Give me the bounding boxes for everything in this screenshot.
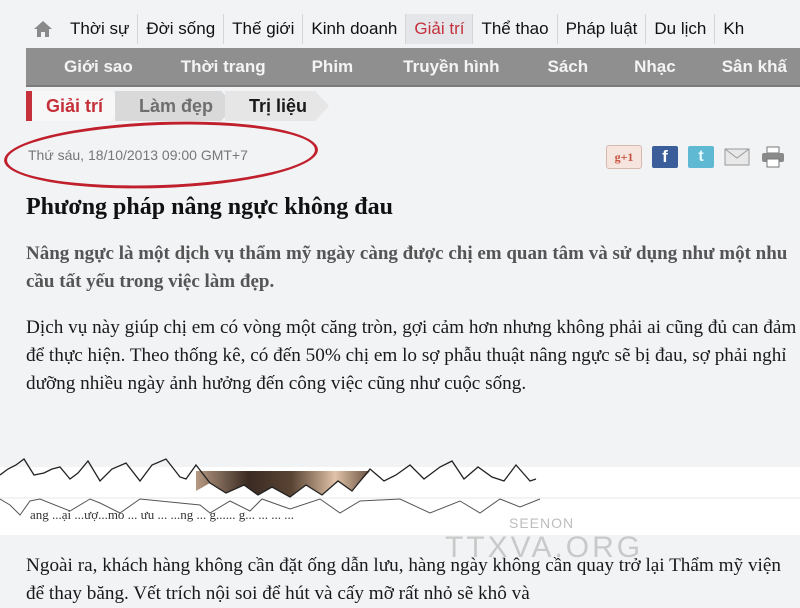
subnav-item-gioi-sao[interactable]: Giới sao bbox=[64, 57, 133, 77]
nav-item-du-lich[interactable]: Du lịch bbox=[646, 14, 716, 44]
nav-item-phap-luat[interactable]: Pháp luật bbox=[558, 14, 647, 44]
nav-item-giai-tri[interactable]: Giải trí bbox=[406, 14, 474, 44]
torn-image-strip: ang ...ại ...ượ...mo ... ưu ... ...ng ..… bbox=[0, 458, 800, 535]
subnav-item-sach[interactable]: Sách bbox=[548, 57, 589, 77]
subnav-item-san-khau[interactable]: Sân khấ bbox=[722, 57, 787, 77]
article-paragraph: Dịch vụ này giúp chị em có vòng một căng… bbox=[26, 317, 797, 394]
nav-item-kinh-doanh[interactable]: Kinh doanh bbox=[303, 14, 407, 44]
nav-item-thoi-su[interactable]: Thời sự bbox=[62, 14, 139, 44]
subnav-item-thoi-trang[interactable]: Thời trang bbox=[181, 57, 266, 77]
breadcrumb-tri-lieu[interactable]: Trị liệu bbox=[225, 91, 329, 121]
facebook-icon[interactable]: f bbox=[652, 146, 678, 168]
email-icon[interactable] bbox=[724, 146, 750, 168]
breadcrumb-accent-bar bbox=[26, 91, 32, 121]
share-toolbar: g+1 f t bbox=[606, 145, 786, 169]
nav-item-the-thao[interactable]: Thể thao bbox=[473, 14, 558, 44]
nav-item-khoa-hoc[interactable]: Kh bbox=[715, 14, 752, 44]
home-icon[interactable] bbox=[30, 17, 56, 41]
svg-text:ang ...ại ...ượ...mo ... ưu ..: ang ...ại ...ượ...mo ... ưu ... ...ng ..… bbox=[30, 507, 294, 522]
nav-item-doi-song[interactable]: Đời sống bbox=[138, 14, 225, 44]
subnav-item-nhac[interactable]: Nhạc bbox=[634, 57, 676, 77]
sub-nav: Giới sao Thời trang Phim Truyền hình Sác… bbox=[26, 48, 800, 87]
twitter-icon[interactable]: t bbox=[688, 146, 714, 168]
article-title: Phương pháp nâng ngực không đau bbox=[26, 194, 393, 220]
article-date: Thứ sáu, 18/10/2013 09:00 GMT+7 bbox=[28, 147, 248, 163]
breadcrumb-giai-tri[interactable]: Giải trí bbox=[32, 91, 125, 121]
google-plus-icon[interactable]: g+1 bbox=[606, 145, 642, 169]
top-nav: Thời sự Đời sống Thế giới Kinh doanh Giả… bbox=[0, 12, 800, 46]
nav-item-the-gioi[interactable]: Thế giới bbox=[224, 14, 304, 44]
subnav-item-phim[interactable]: Phim bbox=[312, 57, 354, 77]
subnav-item-truyen-hinh[interactable]: Truyền hình bbox=[403, 57, 499, 77]
print-icon[interactable] bbox=[760, 146, 786, 168]
article-lead: Nâng ngực là một dịch vụ thẩm mỹ ngày cà… bbox=[26, 243, 788, 292]
watermark-seenon: SEENON bbox=[509, 515, 575, 531]
breadcrumb-lam-dep[interactable]: Làm đẹp bbox=[115, 91, 235, 121]
breadcrumb: Giải trí Làm đẹp Trị liệu bbox=[26, 90, 329, 122]
